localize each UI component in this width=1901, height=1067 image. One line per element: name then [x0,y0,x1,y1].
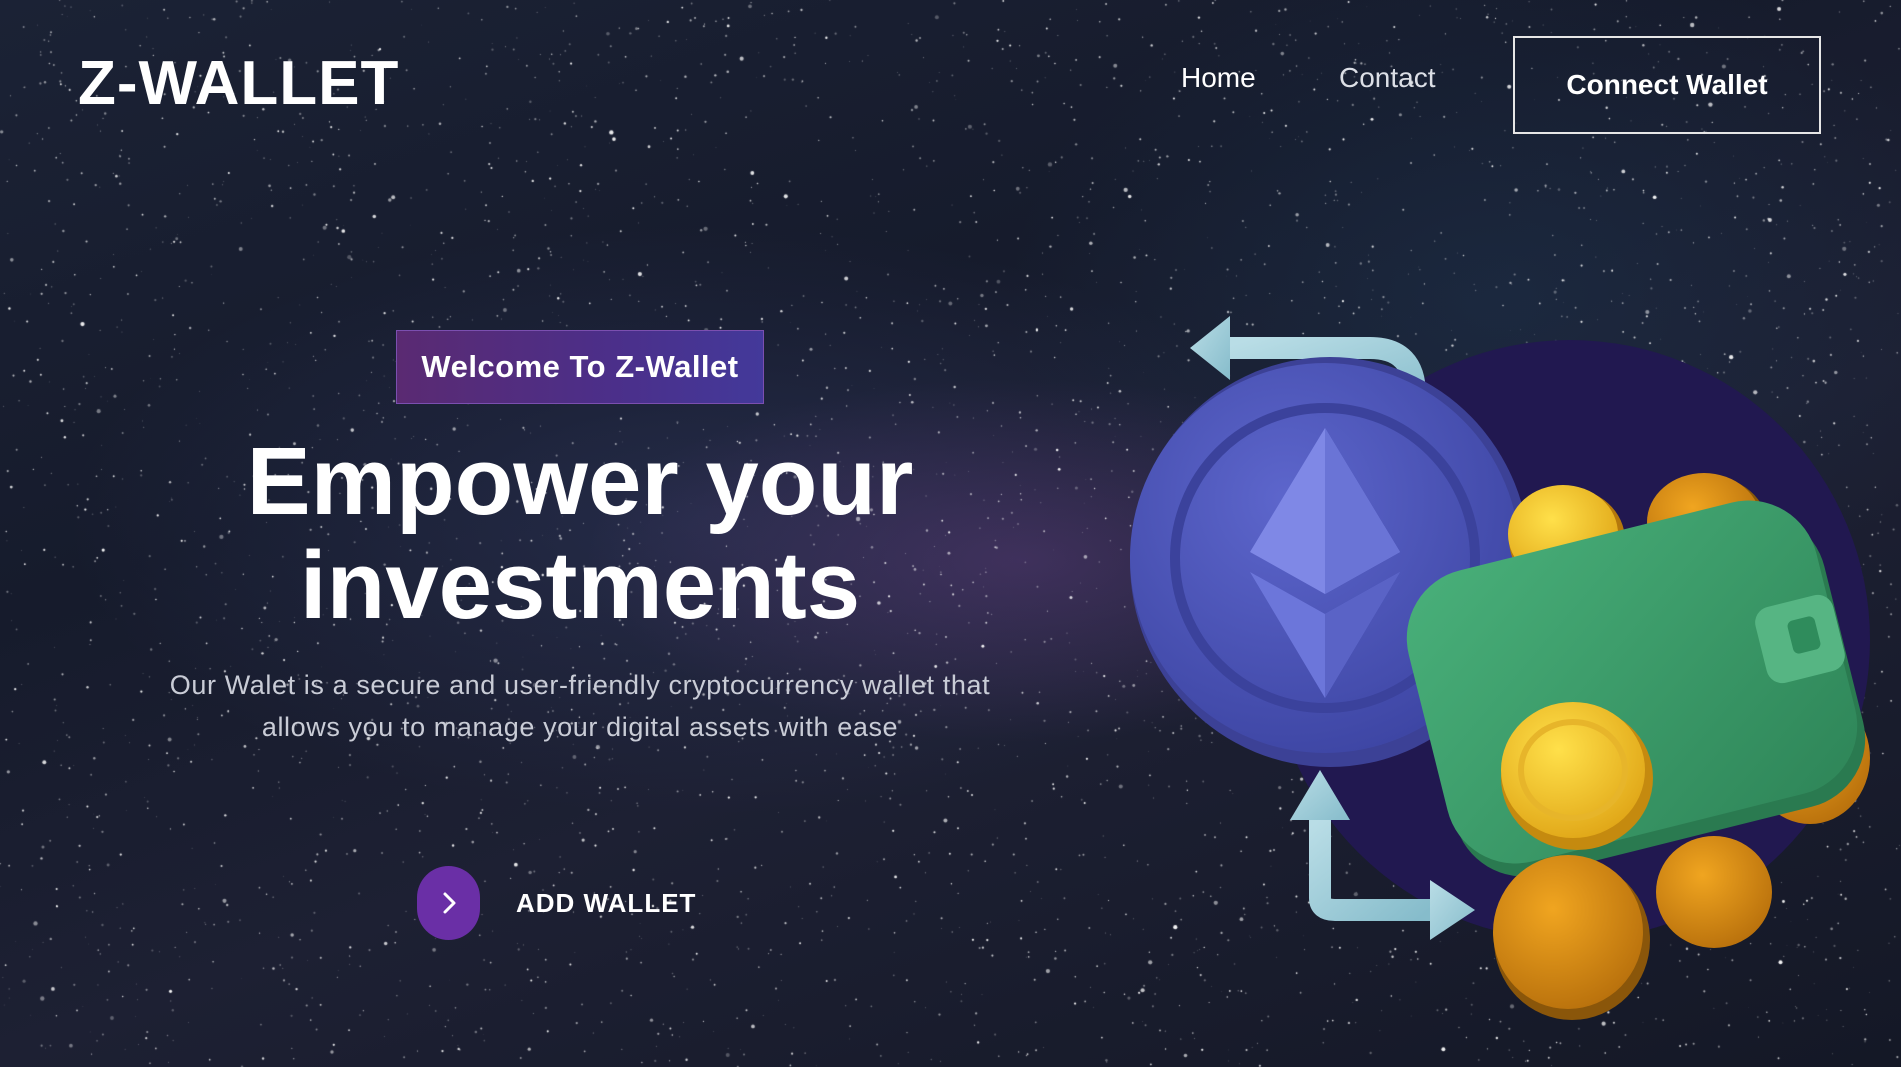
hero-headline: Empower your investments [80,430,1080,638]
add-wallet-button[interactable]: ADD WALLET [417,866,696,940]
hero-headline-line-2: investments [299,532,861,639]
hero-description-line-2: allows you to manage your digital assets… [261,712,899,742]
add-wallet-label: ADD WALLET [516,887,697,918]
nav-link-contact[interactable]: Contact [1339,62,1436,94]
brand-logo[interactable]: Z-WALLET [78,48,399,119]
hero-headline-line-1: Empower your [246,428,914,535]
connect-wallet-button[interactable]: Connect Wallet [1513,36,1821,134]
crypto-illustration [1130,316,1870,1020]
nav-link-home[interactable]: Home [1181,62,1256,94]
hero-description-line-1: Our Walet is a secure and user-friendly … [169,670,991,700]
chevron-right-icon [443,892,455,914]
hero-description: Our Walet is a secure and user-friendly … [60,664,1100,748]
add-wallet-circle[interactable] [417,866,480,940]
welcome-badge: Welcome To Z-Wallet [396,330,764,404]
